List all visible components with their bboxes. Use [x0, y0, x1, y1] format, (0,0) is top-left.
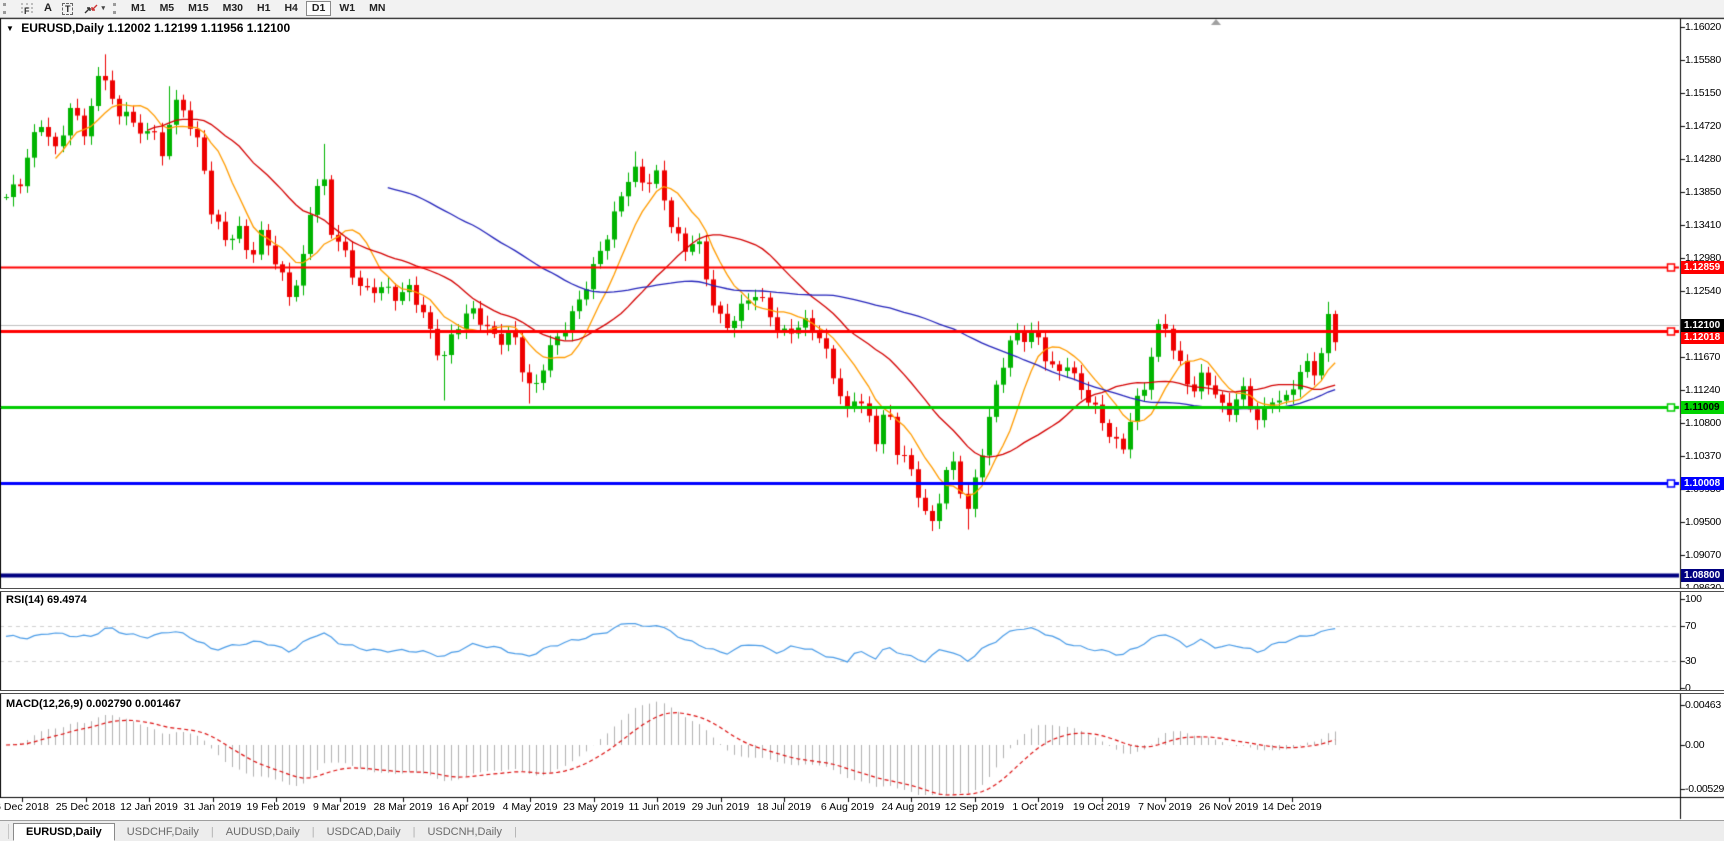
tab-usdchf-daily[interactable]: USDCHF,Daily	[115, 824, 211, 840]
toolbar-grip[interactable]	[3, 3, 9, 14]
chart-tab-bar: EURUSD,Daily USDCHF,Daily | AUDUSD,Daily…	[0, 820, 1724, 841]
tab-usdcad-daily[interactable]: USDCAD,Daily	[315, 824, 413, 840]
fibonacci-tool-button[interactable]: F	[15, 1, 38, 16]
timeframe-h4[interactable]: H4	[278, 1, 303, 16]
timeframe-w1[interactable]: W1	[333, 1, 361, 16]
tab-audusd-daily[interactable]: AUDUSD,Daily	[214, 824, 312, 840]
text-label-tool-button[interactable]: A	[40, 1, 56, 16]
panel-resize-handle-rsi[interactable]	[0, 588, 1724, 592]
fibonacci-icon: F	[19, 2, 34, 15]
tab-separator: |	[514, 826, 517, 838]
chart-title: ▼ EURUSD,Daily 1.12002 1.12199 1.11956 1…	[6, 21, 290, 35]
chart-canvas[interactable]	[0, 0, 1724, 841]
tab-usdcnh-daily[interactable]: USDCNH,Daily	[415, 824, 514, 840]
timeframe-d1[interactable]: D1	[306, 1, 331, 16]
text-box-tool-button[interactable]: T	[58, 1, 78, 16]
svg-text:F: F	[24, 6, 30, 15]
rsi-indicator-label: RSI(14) 69.4974	[6, 594, 87, 606]
timeframe-m15[interactable]: M15	[182, 1, 214, 16]
timeframe-m1[interactable]: M1	[125, 1, 152, 16]
timeframe-m5[interactable]: M5	[154, 1, 181, 16]
text-box-icon: T	[62, 3, 74, 15]
timeframe-h1[interactable]: H1	[251, 1, 276, 16]
mt4-window: F A T ▾ M1 M5 M15 M30 H1 H4 D1 W1 MN ▼ E…	[0, 0, 1724, 841]
tab-eurusd-daily[interactable]: EURUSD,Daily	[13, 823, 115, 841]
chart-ohlc-values: 1.12002 1.12199 1.11956 1.12100	[107, 21, 290, 35]
toolbar-grip[interactable]	[113, 3, 119, 14]
arrow-tools-button[interactable]: ▾	[79, 1, 109, 16]
top-toolbar: F A T ▾ M1 M5 M15 M30 H1 H4 D1 W1 MN	[0, 0, 1724, 18]
chevron-down-icon: ▼	[6, 24, 14, 33]
arrows-icon	[83, 3, 99, 15]
dropdown-caret-icon: ▾	[101, 2, 105, 15]
timeframe-mn[interactable]: MN	[363, 1, 391, 16]
macd-indicator-label: MACD(12,26,9) 0.002790 0.001467	[6, 698, 181, 710]
text-label-icon: A	[44, 2, 52, 15]
timeframe-m30[interactable]: M30	[217, 1, 249, 16]
tabbar-edge	[0, 824, 9, 839]
panel-resize-handle-macd[interactable]	[0, 690, 1724, 694]
chart-symbol-period: EURUSD,Daily	[21, 21, 104, 35]
